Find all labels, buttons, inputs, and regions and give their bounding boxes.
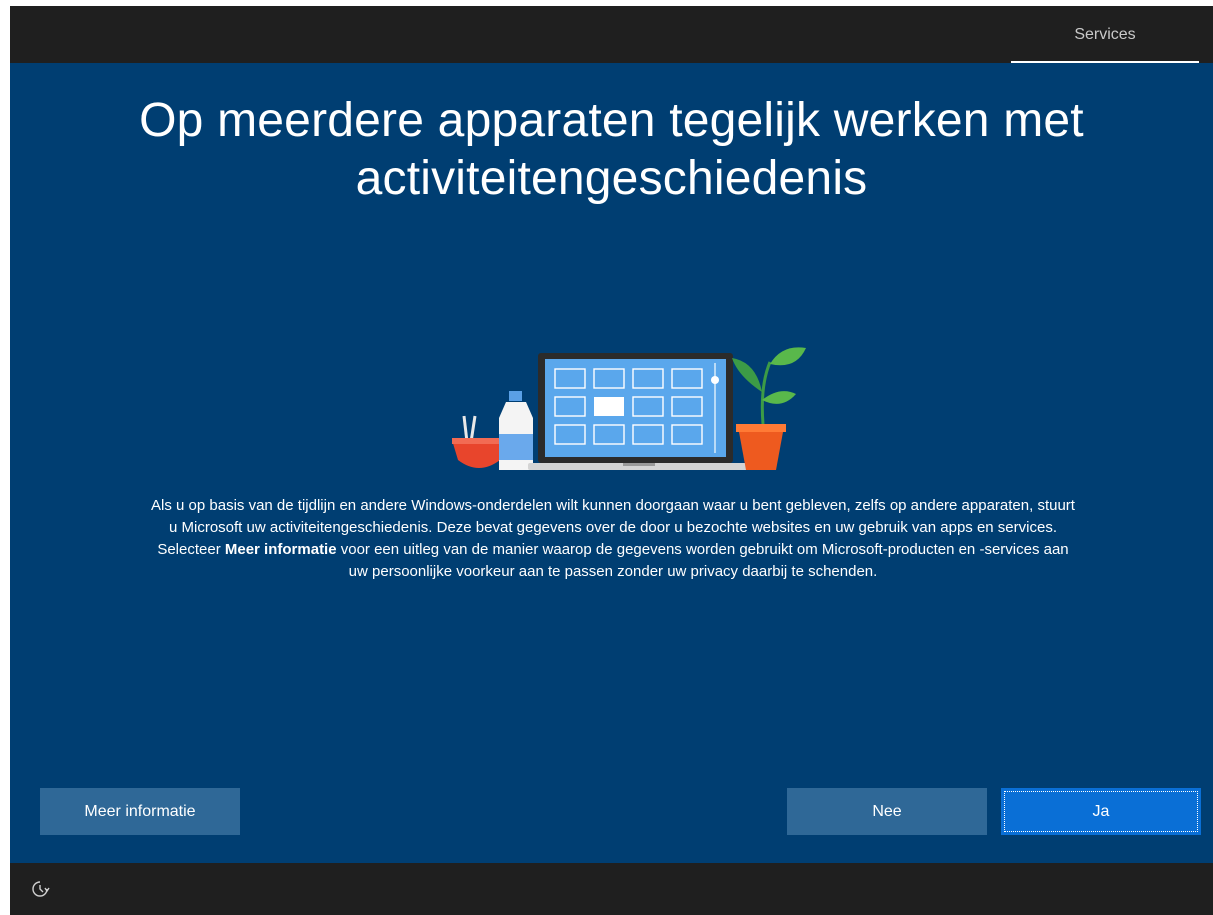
description-more-info-emphasis: Meer informatie [224, 541, 337, 558]
activity-history-illustration [452, 347, 806, 470]
top-bar: Services [10, 6, 1213, 63]
description-line-2: u Microsoft uw activiteitengeschiedenis.… [168, 519, 1057, 536]
page-title: Op meerdere apparaten tegelijk werken me… [10, 92, 1213, 208]
laptop-icon [528, 353, 755, 470]
tab-services-label: Services [1074, 25, 1136, 43]
description-line-1: Als u op basis van de tijdlijn en andere… [151, 497, 1075, 514]
bottom-bar [10, 863, 1213, 915]
description-line-4: uw persoonlijke voorkeur aan te passen z… [348, 563, 878, 580]
no-button[interactable]: Nee [787, 788, 987, 835]
description-line-3-prefix: Selecteer [157, 541, 225, 558]
bottle-icon [499, 391, 533, 470]
oobe-screen: Services Op meerdere apparaten tegelijk … [10, 6, 1213, 915]
description-line-3: Selecteer Meer informatie voor een uitle… [50, 539, 1176, 561]
bowl-icon [452, 415, 506, 468]
tab-active-indicator [1011, 61, 1199, 63]
tab-services[interactable]: Services [1011, 6, 1199, 63]
page-title-line-2: activiteitengeschiedenis [355, 152, 868, 205]
ease-of-access-icon[interactable] [30, 879, 50, 899]
description: Als u op basis van de tijdlijn en andere… [50, 495, 1176, 583]
yes-button[interactable]: Ja [1001, 788, 1201, 835]
description-line-3-suffix: voor een uitleg van de manier waarop de … [336, 541, 1069, 558]
page-title-line-1: Op meerdere apparaten tegelijk werken me… [139, 94, 1084, 147]
plant-icon [732, 347, 806, 470]
more-info-button[interactable]: Meer informatie [40, 788, 240, 835]
